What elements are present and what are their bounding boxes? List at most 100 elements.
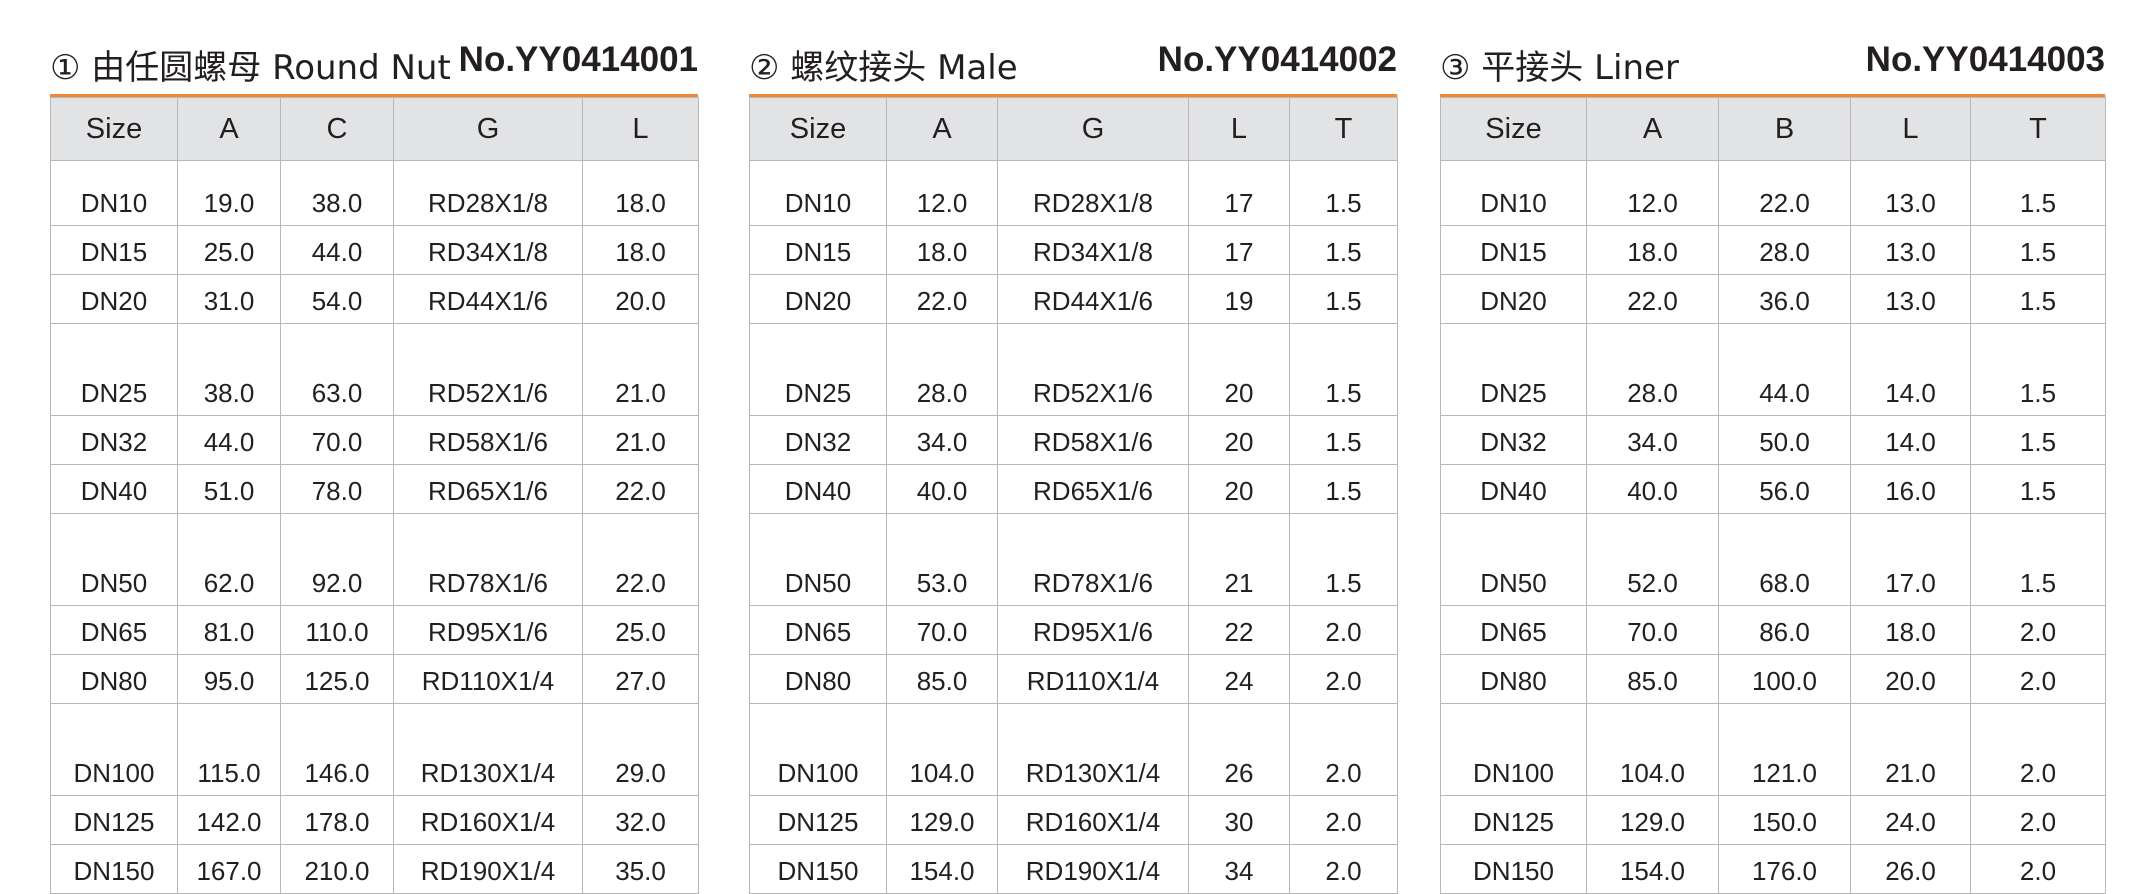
table-row: DN15 25.0 44.0 RD34X1/8 18.0	[50, 225, 699, 275]
column-header: A	[886, 97, 998, 161]
empty-cell	[177, 323, 281, 367]
table-row: DN80 85.0 RD110X1/4 24 2.0	[749, 654, 1398, 704]
table-cell: 51.0	[177, 464, 281, 514]
table-cell: 12.0	[886, 177, 998, 226]
table-cell: 22.0	[1586, 274, 1719, 324]
column-header: L	[1188, 97, 1290, 161]
empty-cell	[1440, 513, 1587, 557]
empty-cell	[1188, 513, 1290, 557]
table-cell: 18.0	[1850, 605, 1971, 655]
empty-cell	[1718, 703, 1851, 747]
empty-cell	[177, 703, 281, 747]
gap-row	[50, 703, 699, 747]
table-row: DN65 70.0 86.0 18.0 2.0	[1440, 605, 2106, 655]
table-cell: DN65	[749, 605, 887, 655]
column-header: L	[1850, 97, 1971, 161]
table-cell: DN40	[749, 464, 887, 514]
table-cell: 2.0	[1289, 844, 1398, 894]
table-row: DN150 167.0 210.0 RD190X1/4 35.0	[50, 844, 699, 894]
table-row: DN10 19.0 38.0 RD28X1/8 18.0	[50, 177, 699, 226]
table-cell: 110.0	[280, 605, 394, 655]
table-cell: DN100	[50, 747, 178, 796]
table-cell: 1.5	[1289, 415, 1398, 465]
gap-row	[749, 323, 1398, 367]
empty-cell	[280, 513, 394, 557]
table-cell: 18.0	[886, 225, 998, 275]
empty-cell	[886, 703, 998, 747]
empty-cell	[1850, 703, 1971, 747]
empty-cell	[1188, 160, 1290, 177]
empty-cell	[997, 160, 1189, 177]
table-cell: 32.0	[582, 795, 699, 845]
empty-cell	[1970, 323, 2106, 367]
table-row: DN40 51.0 78.0 RD65X1/6 22.0	[50, 464, 699, 514]
table-cell: 63.0	[280, 367, 394, 416]
empty-cell	[50, 703, 178, 747]
table-cell: RD65X1/6	[997, 464, 1189, 514]
table-cell: 62.0	[177, 557, 281, 606]
header-row: Size A C G L	[50, 97, 699, 161]
table-cell: RD52X1/6	[997, 367, 1189, 416]
table-cell: 167.0	[177, 844, 281, 894]
table-cell: 104.0	[1586, 747, 1719, 796]
table-cell: 28.0	[1718, 225, 1851, 275]
table-cell: 53.0	[886, 557, 998, 606]
table-cell: 18.0	[582, 225, 699, 275]
table-cell: 13.0	[1850, 225, 1971, 275]
table-cell: 22	[1188, 605, 1290, 655]
table-cell: DN20	[50, 274, 178, 324]
table-row: DN20 22.0 36.0 13.0 1.5	[1440, 274, 2106, 324]
table-cell: 34.0	[1586, 415, 1719, 465]
table-cell: 95.0	[177, 654, 281, 704]
table-cell: RD95X1/6	[393, 605, 583, 655]
round-nut-title: ① 由任圆螺母 Round Nut	[50, 48, 451, 88]
table-cell: 27.0	[582, 654, 699, 704]
table-cell: RD65X1/6	[393, 464, 583, 514]
column-header: Size	[1440, 97, 1587, 161]
table-cell: 34	[1188, 844, 1290, 894]
table-cell: 17.0	[1850, 557, 1971, 606]
male-header: ② 螺纹接头 Male No.YY0414002	[749, 38, 1397, 94]
table-row: DN25 28.0 44.0 14.0 1.5	[1440, 367, 2106, 416]
table-cell: 21.0	[582, 367, 699, 416]
table-cell: 1.5	[1289, 557, 1398, 606]
table-cell: 150.0	[1718, 795, 1851, 845]
empty-cell	[582, 703, 699, 747]
table-cell: 2.0	[1289, 605, 1398, 655]
table-cell: RD58X1/6	[393, 415, 583, 465]
empty-cell	[1586, 160, 1719, 177]
table-row: DN65 70.0 RD95X1/6 22 2.0	[749, 605, 1398, 655]
empty-cell	[1440, 160, 1587, 177]
empty-cell	[749, 513, 887, 557]
round-nut-panel: ① 由任圆螺母 Round Nut No.YY0414001 Size A C G L …	[50, 38, 699, 894]
table-cell: 1.5	[1289, 464, 1398, 514]
table-row: DN32 34.0 50.0 14.0 1.5	[1440, 415, 2106, 465]
table-cell: 81.0	[177, 605, 281, 655]
table-cell: 100.0	[1718, 654, 1851, 704]
table-row: DN80 85.0 100.0 20.0 2.0	[1440, 654, 2106, 704]
table-cell: 17	[1188, 177, 1290, 226]
empty-cell	[280, 160, 394, 177]
empty-cell	[749, 323, 887, 367]
table-cell: 21.0	[1850, 747, 1971, 796]
empty-cell	[393, 513, 583, 557]
round-nut-table: Size A C G L DN10 19.0 38.0 RD28X1/8 18.0 DN15 25.…	[50, 97, 699, 894]
table-cell: DN10	[1440, 177, 1587, 226]
table-cell: 70.0	[886, 605, 998, 655]
empty-cell	[1850, 513, 1971, 557]
table-cell: 154.0	[1586, 844, 1719, 894]
table-cell: 20	[1188, 367, 1290, 416]
table-row: DN10 12.0 22.0 13.0 1.5	[1440, 177, 2106, 226]
table-row: DN125 129.0 150.0 24.0 2.0	[1440, 795, 2106, 845]
table-cell: 1.5	[1289, 274, 1398, 324]
table-cell: 28.0	[886, 367, 998, 416]
table-row: DN40 40.0 56.0 16.0 1.5	[1440, 464, 2106, 514]
empty-cell	[582, 160, 699, 177]
table-cell: RD130X1/4	[997, 747, 1189, 796]
table-cell: 26.0	[1850, 844, 1971, 894]
table-cell: 21.0	[582, 415, 699, 465]
table-cell: 18.0	[582, 177, 699, 226]
empty-cell	[177, 160, 281, 177]
table-row: DN125 129.0 RD160X1/4 30 2.0	[749, 795, 1398, 845]
table-cell: 24	[1188, 654, 1290, 704]
